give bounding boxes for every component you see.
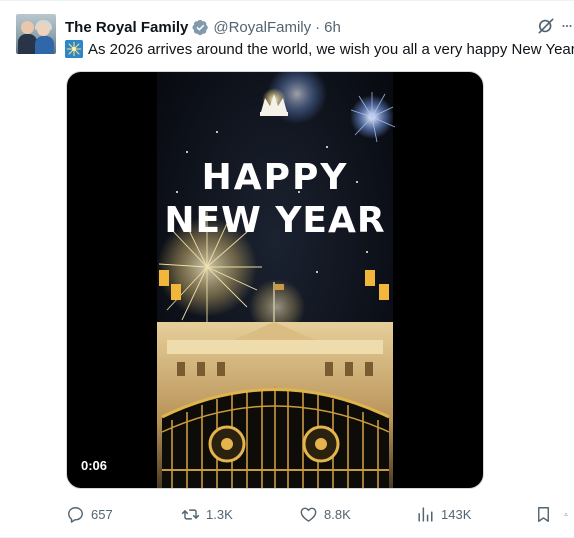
heart-icon [300, 507, 317, 522]
separator-dot: · [315, 18, 321, 36]
verified-badge-icon[interactable] [192, 19, 209, 36]
share-icon [564, 512, 568, 516]
bookmark-icon [538, 506, 549, 522]
overlay-line-2: NEW YEAR [164, 200, 385, 241]
tweet-body: As 2026 arrives around the world, we wis… [88, 40, 574, 58]
avatar[interactable] [16, 14, 56, 54]
display-name[interactable]: The Royal Family [65, 19, 188, 36]
repost-button[interactable]: 1.3K [181, 502, 233, 526]
sparkle-icon [65, 40, 83, 58]
repost-icon [181, 508, 200, 520]
video-player[interactable]: HAPPY NEW YEAR 0:06 [66, 71, 484, 489]
action-bar: 657 1.3K 8.8K 143K [0, 500, 574, 528]
video-duration: 0:06 [81, 458, 108, 473]
like-button[interactable]: 8.8K [299, 502, 351, 526]
grok-icon[interactable] [536, 16, 556, 36]
share-button[interactable] [564, 502, 574, 526]
reply-count: 657 [91, 506, 113, 522]
tweet-text: As 2026 arrives around the world, we wis… [65, 39, 574, 59]
views-button[interactable]: 143K [416, 502, 471, 526]
more-icon[interactable] [560, 16, 574, 36]
repost-count: 1.3K [206, 506, 233, 522]
like-count: 8.8K [324, 506, 351, 522]
timestamp[interactable]: 6h [324, 19, 341, 36]
tweet[interactable]: The Royal Family @RoyalFamily · 6h As 20 [0, 0, 574, 538]
author-handle[interactable]: @RoyalFamily [213, 19, 311, 36]
bookmark-button[interactable] [534, 502, 559, 526]
views-icon [418, 506, 433, 522]
reply-button[interactable]: 657 [66, 502, 113, 526]
reply-icon [68, 506, 83, 523]
view-count: 143K [441, 506, 472, 522]
tweet-header: The Royal Family @RoyalFamily · 6h [65, 17, 341, 37]
overlay-line-1: HAPPY [202, 157, 349, 198]
video-frame: HAPPY NEW YEAR [157, 72, 396, 488]
